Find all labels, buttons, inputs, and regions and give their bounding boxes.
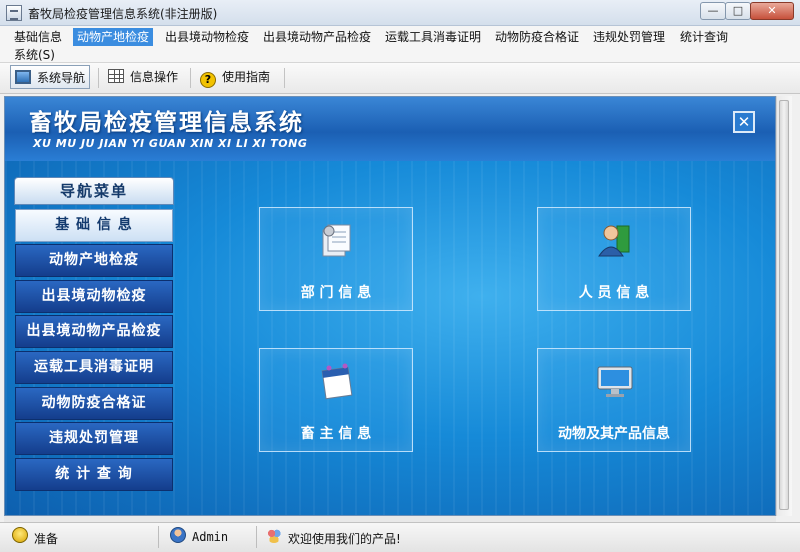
tile-owner-info[interactable]: 畜 主 信 息 — [259, 348, 413, 452]
nav-menu-header: 导航菜单 — [14, 177, 174, 205]
toolbar-label: 使用指南 — [222, 70, 271, 84]
status-divider — [158, 526, 159, 548]
menu-item-epidemic-certificate[interactable]: 动物防疫合格证 — [491, 28, 583, 46]
banner-pinyin: XU MU JU JIAN YI GUAN XIN XI LI XI TONG — [33, 137, 308, 150]
maximize-button[interactable]: □ — [725, 2, 751, 20]
banner: 畜牧局检疫管理信息系统 XU MU JU JIAN YI GUAN XIN XI… — [5, 97, 775, 161]
nav-item-animal-export-quarantine[interactable]: 出县境动物检疫 — [15, 280, 173, 313]
toolbar-divider — [190, 68, 191, 88]
tile-label: 畜 主 信 息 — [300, 426, 372, 442]
info-operation-button[interactable]: 信息操作 — [108, 65, 178, 89]
tile-label: 部 门 信 息 — [300, 285, 372, 301]
main-panel: 畜牧局检疫管理信息系统 XU MU JU JIAN YI GUAN XIN XI… — [4, 96, 776, 516]
tile-department-info[interactable]: 部 门 信 息 — [259, 207, 413, 311]
nav-item-vehicle-disinfection[interactable]: 运载工具消毒证明 — [15, 351, 173, 384]
toolbar-divider — [98, 68, 99, 88]
window-title: 畜牧局检疫管理信息系统(非注册版) — [28, 7, 218, 21]
app-icon — [6, 5, 22, 21]
scrollbar-thumb[interactable] — [779, 100, 789, 510]
toolbar-divider — [284, 68, 285, 88]
status-divider — [256, 526, 257, 548]
menu-item-vehicle-disinfection[interactable]: 运载工具消毒证明 — [381, 28, 485, 46]
close-window-button[interactable]: ✕ — [750, 2, 794, 20]
nav-item-statistics[interactable]: 统 计 查 询 — [15, 458, 173, 491]
group-icon — [266, 527, 282, 543]
monitor-icon — [597, 366, 633, 397]
monitor-icon — [15, 70, 31, 84]
user-icon — [598, 225, 630, 257]
menu-item-violation-penalty[interactable]: 违规处罚管理 — [589, 28, 669, 46]
tile-animal-product-info[interactable]: 动物及其产品信息 — [537, 348, 691, 452]
nav-item-violation-penalty[interactable]: 违规处罚管理 — [15, 422, 173, 455]
close-panel-button[interactable]: ✕ — [733, 111, 755, 133]
notepad-icon — [321, 363, 353, 400]
status-user: Admin — [192, 530, 229, 544]
user-icon — [170, 527, 186, 543]
system-navigation-button[interactable]: 系统导航 — [10, 65, 91, 89]
minimize-button[interactable]: — — [700, 2, 726, 20]
tile-personnel-info[interactable]: 人 员 信 息 — [537, 207, 691, 311]
tile-label: 人 员 信 息 — [578, 285, 650, 301]
nav-item-basic-info[interactable]: 基 础 信 息 — [15, 209, 173, 242]
help-icon: ? — [200, 72, 216, 88]
menu-item-statistics[interactable]: 统计查询 — [676, 28, 732, 46]
documents-icon — [322, 224, 351, 257]
menu-item-animal-export-quarantine[interactable]: 出县境动物检疫 — [161, 28, 253, 46]
menu-item-basic-info[interactable]: 基础信息 — [10, 28, 66, 46]
nav-item-epidemic-certificate[interactable]: 动物防疫合格证 — [15, 387, 173, 420]
banner-title: 畜牧局检疫管理信息系统 — [29, 110, 304, 136]
status-light-icon — [12, 527, 28, 543]
user-guide-button[interactable]: ? 使用指南 — [200, 65, 270, 89]
toolbar-label: 系统导航 — [37, 71, 86, 85]
toolbar-label: 信息操作 — [130, 70, 179, 84]
grid-icon — [108, 69, 124, 83]
nav-item-product-export-quarantine[interactable]: 出县境动物产品检疫 — [15, 315, 173, 348]
status-message: 欢迎使用我们的产品! — [288, 532, 401, 546]
nav-item-origin-quarantine[interactable]: 动物产地检疫 — [15, 244, 173, 277]
status-state: 准备 — [34, 532, 59, 546]
tile-label: 动物及其产品信息 — [558, 426, 670, 442]
menu-item-origin-quarantine[interactable]: 动物产地检疫 — [73, 28, 154, 46]
menu-item-product-export-quarantine[interactable]: 出县境动物产品检疫 — [259, 28, 375, 46]
